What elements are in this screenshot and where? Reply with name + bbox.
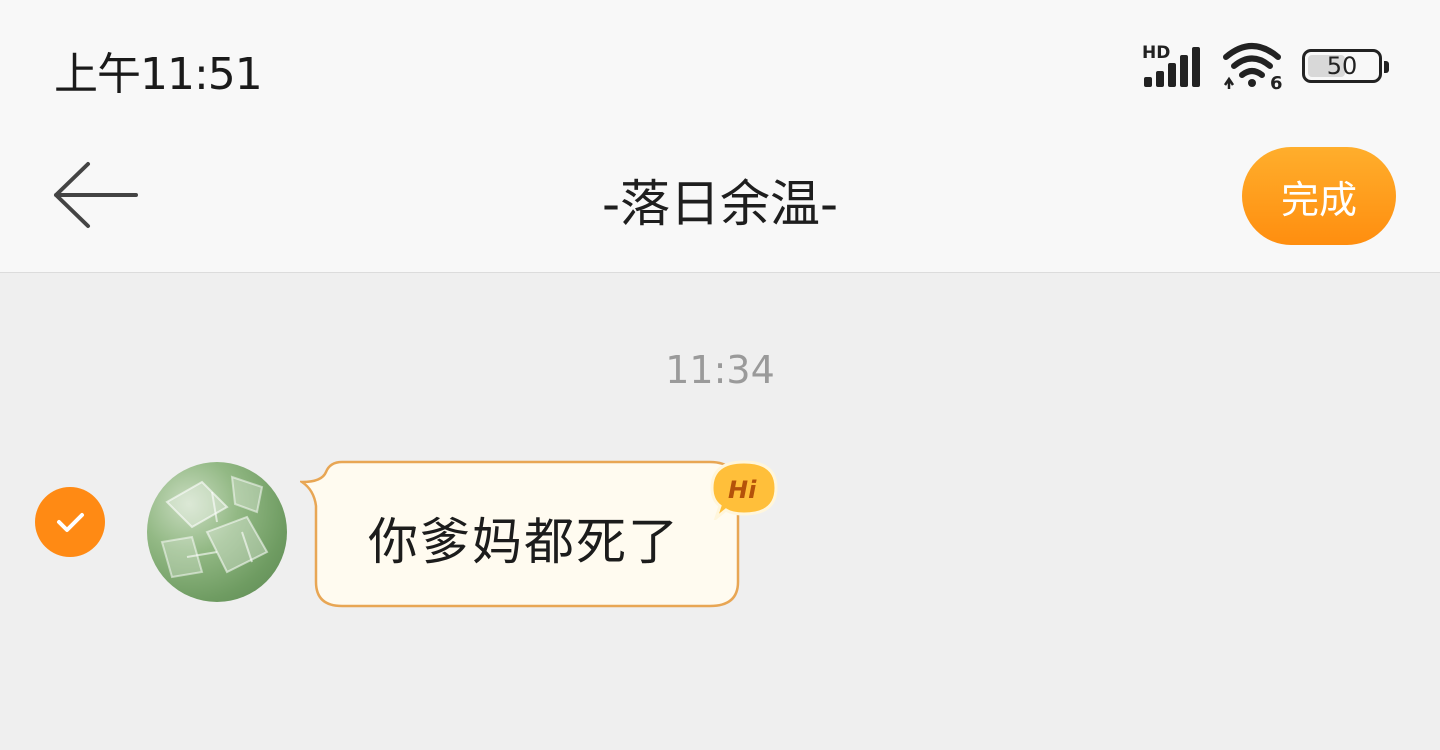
battery-icon: 50 <box>1302 49 1389 83</box>
message-text: 你爹妈都死了 <box>368 513 680 571</box>
ice-cube-avatar-image <box>160 475 269 579</box>
chat-timestamp: 11:34 <box>665 348 775 392</box>
network-type-label: HD <box>1142 43 1170 63</box>
battery-tip <box>1384 61 1389 73</box>
avatar[interactable] <box>147 462 287 602</box>
battery-level: 50 <box>1326 52 1358 80</box>
hi-sticker-icon: Hi <box>710 460 778 520</box>
message-select-checkbox[interactable] <box>35 487 105 557</box>
top-bar: 上午11:51 HD 6 50 -落日余温- 完成 <box>0 0 1440 273</box>
checkmark-icon <box>57 513 84 532</box>
status-time: 上午11:51 <box>54 49 263 100</box>
page-title: -落日余温- <box>601 175 839 233</box>
wifi-standard-label: 6 <box>1270 73 1283 91</box>
message-bubble[interactable]: 你爹妈都死了 Hi <box>300 460 780 610</box>
cellular-signal-icon: HD <box>1142 43 1200 87</box>
status-icons: HD 6 50 <box>1142 40 1389 92</box>
wifi-icon: 6 <box>1223 43 1283 91</box>
hi-badge-label: Hi <box>728 476 757 504</box>
done-button[interactable]: 完成 <box>1242 147 1396 245</box>
